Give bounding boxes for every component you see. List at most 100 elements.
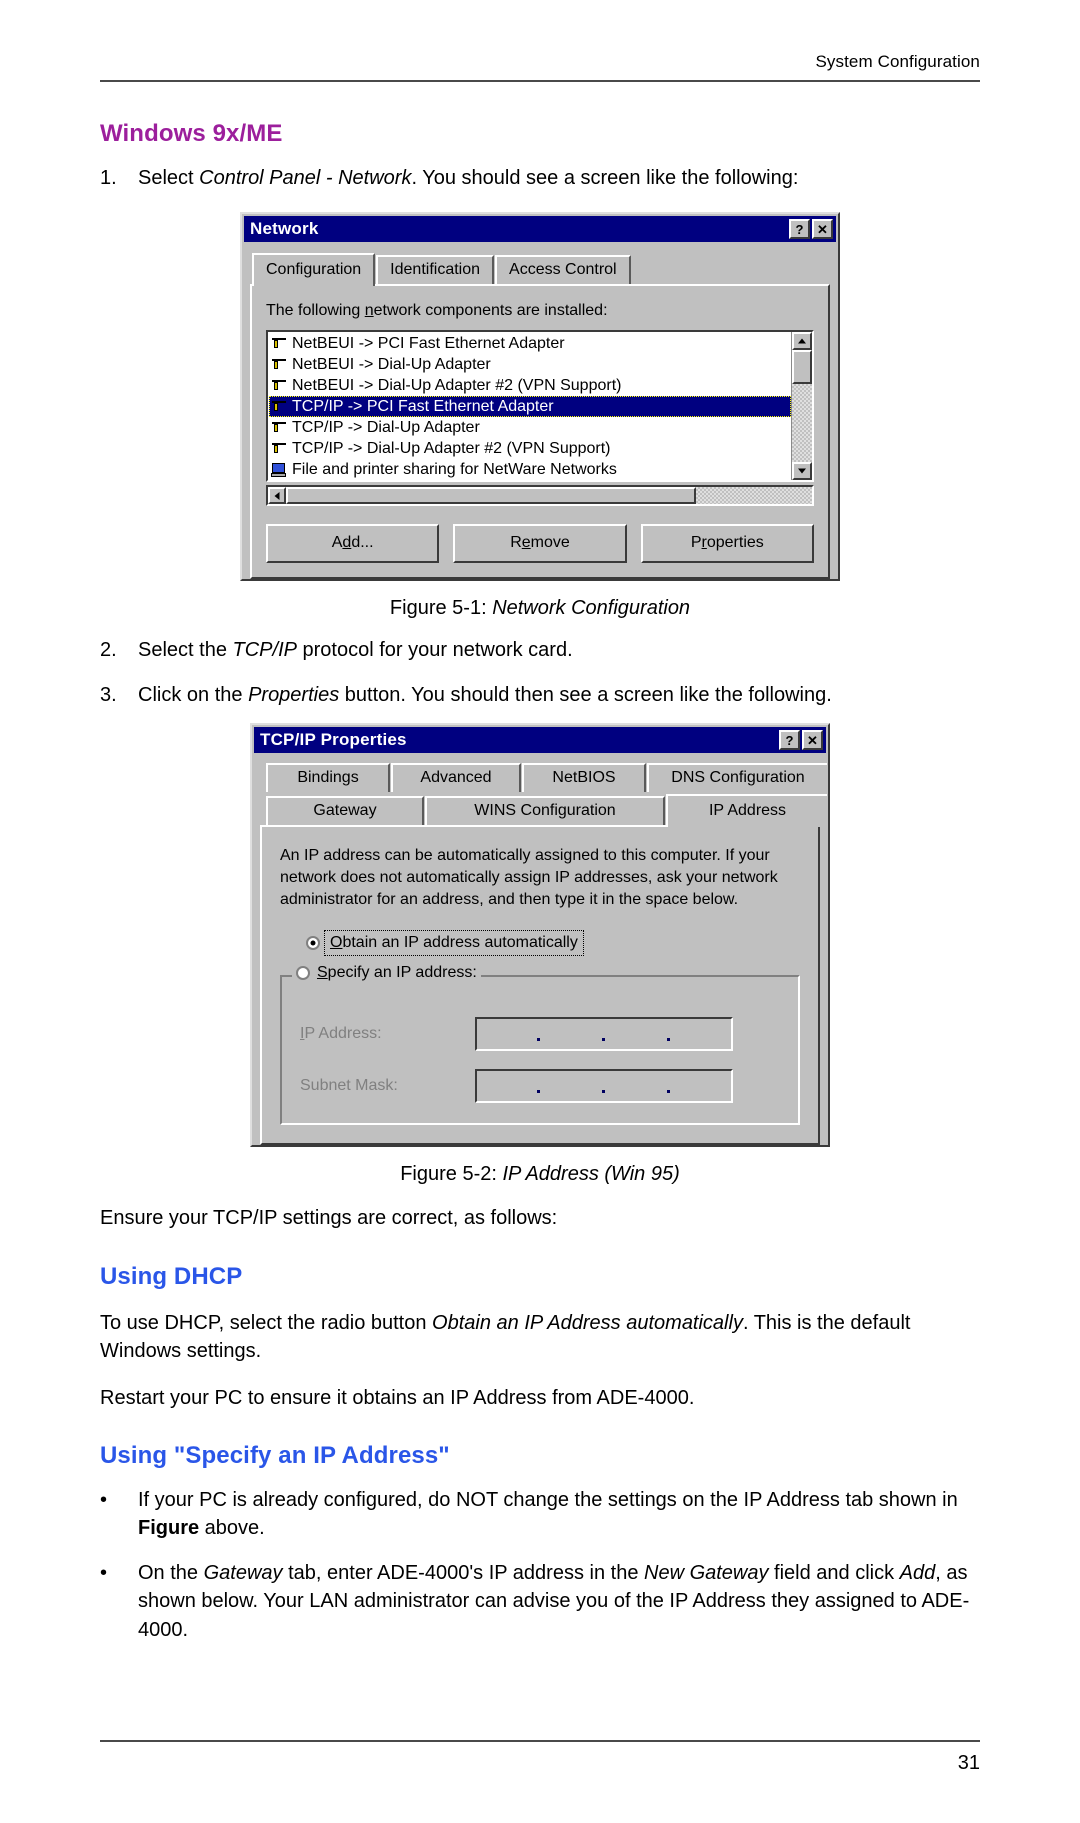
service-icon [271, 462, 288, 478]
mask-octet-3[interactable] [607, 1071, 666, 1101]
mask-octet-1[interactable] [477, 1071, 536, 1101]
scroll-left-icon[interactable] [268, 487, 286, 505]
network-dialog-title: Network [250, 219, 319, 239]
protocol-icon [271, 420, 288, 435]
listbox-vertical-scrollbar[interactable] [791, 332, 812, 481]
protocol-icon [271, 357, 288, 372]
mask-octet-2[interactable] [542, 1071, 601, 1101]
ip-octet-4[interactable] [672, 1019, 731, 1049]
network-dialog-tabpage: The following network components are ins… [250, 284, 830, 580]
tab-access-control[interactable]: Access Control [495, 255, 631, 285]
list-item[interactable]: TCP/IP -> Dial-Up Adapter [269, 417, 791, 438]
list-item[interactable]: NetBEUI -> PCI Fast Ethernet Adapter [269, 333, 791, 354]
help-icon[interactable]: ? [779, 730, 800, 751]
tab-dns-configuration[interactable]: DNS Configuration [647, 763, 827, 793]
list-item-label: NetBEUI -> PCI Fast Ethernet Adapter [292, 335, 565, 353]
running-header: System Configuration [100, 0, 980, 72]
remove-button[interactable]: Remove [453, 524, 627, 564]
components-label: The following network components are ins… [266, 302, 608, 320]
tab-gateway[interactable]: Gateway [266, 796, 424, 826]
step-3-number: 3. [100, 683, 117, 706]
ip-octet-2[interactable] [542, 1019, 601, 1049]
scroll-thumb[interactable] [792, 350, 812, 385]
dhcp-paragraph-2: Restart your PC to ensure it obtains an … [100, 1386, 695, 1409]
tab-netbios[interactable]: NetBIOS [522, 763, 646, 793]
step-1: 1. Select Control Panel - Network. You s… [100, 164, 980, 192]
ip-address-input[interactable] [475, 1017, 733, 1052]
protocol-icon [271, 441, 288, 456]
hscroll-thumb[interactable] [286, 487, 696, 505]
bullet-2-text: On the Gateway tab, enter ADE-4000's IP … [138, 1561, 970, 1641]
bullet-marker: • [100, 1561, 108, 1584]
list-item[interactable]: TCP/IP -> Dial-Up Adapter #2 (VPN Suppor… [269, 438, 791, 459]
radio-obtain-label: Obtain an IP address automatically [324, 930, 584, 957]
tab-bindings[interactable]: Bindings [266, 763, 390, 793]
list-item-label: TCP/IP -> PCI Fast Ethernet Adapter [292, 398, 554, 416]
tcpip-tabstrip-row2: Gateway WINS Configuration IP Address [252, 792, 828, 828]
list-item[interactable]: File and printer sharing for NetWare Net… [269, 459, 791, 480]
radio-icon-obtain[interactable] [306, 936, 320, 951]
section-heading-dhcp: Using DHCP [100, 1262, 243, 1290]
tcpip-properties-window: TCP/IP Properties ? ✕ Bindings Advanced … [250, 723, 830, 1148]
specify-ip-groupbox: Specify an IP address: IP Address: Subne… [280, 964, 800, 1126]
step-1-number: 1. [100, 167, 117, 189]
close-icon[interactable]: ✕ [802, 730, 823, 751]
bullet-1-text: If your PC is already configured, do NOT… [138, 1488, 958, 1540]
list-item-selected[interactable]: TCP/IP -> PCI Fast Ethernet Adapter [269, 396, 791, 418]
list-item-label: TCP/IP -> Dial-Up Adapter [292, 419, 480, 437]
protocol-icon [271, 399, 288, 414]
section-heading-specify-ip: Using "Specify an IP Address" [100, 1441, 450, 1469]
page-number: 31 [957, 1752, 980, 1774]
figure-2-caption: Figure 5-2: IP Address (Win 95) [400, 1163, 680, 1186]
add-button[interactable]: Add... [266, 524, 440, 564]
figure-1: Network ? ✕ Configuration Identification… [100, 212, 980, 582]
tab-identification[interactable]: Identification [376, 255, 495, 285]
bullet-2: • On the Gateway tab, enter ADE-4000's I… [100, 1559, 980, 1644]
section-heading-windows: Windows 9x/ME [100, 120, 283, 147]
ip-address-tabpage: An IP address can be automatically assig… [260, 825, 820, 1146]
protocol-icon [271, 378, 288, 393]
step-3-text: Click on the Properties button. You shou… [138, 683, 832, 706]
header-divider [100, 80, 980, 82]
protocol-icon [271, 336, 288, 351]
running-header-text: System Configuration [815, 52, 980, 71]
subnet-mask-input[interactable] [475, 1069, 733, 1104]
tab-advanced[interactable]: Advanced [391, 763, 521, 793]
dhcp-paragraph-1: To use DHCP, select the radio button Obt… [100, 1311, 911, 1363]
tab-access-control-label: Access Control [509, 261, 617, 279]
network-dialog-buttons: Add... Remove Properties [266, 524, 814, 564]
network-components-items: NetBEUI -> PCI Fast Ethernet Adapter Net… [268, 332, 791, 480]
listbox-horizontal-scrollbar[interactable] [266, 485, 814, 507]
scroll-down-icon[interactable] [792, 462, 812, 481]
tcpip-tabstrip-row1: Bindings Advanced NetBIOS DNS Configurat… [252, 763, 828, 793]
ensure-settings-text: Ensure your TCP/IP settings are correct,… [100, 1207, 558, 1230]
document-page: System Configuration Windows 9x/ME 1. Se… [0, 0, 1080, 1823]
ip-octet-3[interactable] [607, 1019, 666, 1049]
ip-octet-1[interactable] [477, 1019, 536, 1049]
obtain-ip-radio-row[interactable]: Obtain an IP address automatically [280, 930, 800, 957]
tab-configuration[interactable]: Configuration [252, 253, 376, 287]
step-2: 2. Select the TCP/IP protocol for your n… [100, 636, 980, 664]
scroll-track[interactable] [792, 384, 812, 463]
figure-1-caption: Figure 5-1: Network Configuration [389, 597, 691, 620]
close-icon[interactable]: ✕ [812, 219, 833, 240]
tab-ip-address[interactable]: IP Address [666, 794, 827, 828]
list-item-label: NetBEUI -> Dial-Up Adapter [292, 356, 491, 374]
properties-button[interactable]: Properties [640, 524, 814, 564]
list-item[interactable]: NetBEUI -> Dial-Up Adapter [269, 354, 791, 375]
page-footer: 31 [100, 1740, 980, 1775]
subnet-mask-field-row: Subnet Mask: [300, 1069, 784, 1104]
scroll-up-icon[interactable] [792, 332, 812, 351]
radio-icon-specify[interactable] [296, 966, 310, 981]
radio-obtain-automatically[interactable]: Obtain an IP address automatically [306, 930, 800, 957]
network-components-listbox[interactable]: NetBEUI -> PCI Fast Ethernet Adapter Net… [266, 330, 814, 483]
step-2-text: Select the TCP/IP protocol for your netw… [138, 639, 573, 662]
list-item[interactable]: NetBEUI -> Dial-Up Adapter #2 (VPN Suppo… [269, 375, 791, 396]
help-icon[interactable]: ? [789, 219, 810, 240]
radio-specify-ip[interactable]: Specify an IP address: [292, 964, 481, 983]
mask-octet-4[interactable] [672, 1071, 731, 1101]
step-3: 3. Click on the Properties button. You s… [100, 681, 980, 709]
list-item-label: File and printer sharing for NetWare Net… [292, 461, 617, 479]
tab-wins-configuration[interactable]: WINS Configuration [425, 796, 665, 826]
footer-divider [100, 1740, 980, 1742]
